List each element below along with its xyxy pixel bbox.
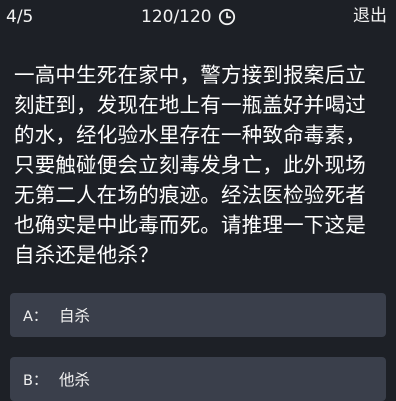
- top-bar: 4/5 120/120 退出: [0, 0, 396, 34]
- option-b-letter: B：: [23, 372, 48, 389]
- question-progress: 4/5: [6, 7, 34, 27]
- option-a-label: 自杀: [59, 307, 91, 325]
- option-a-button[interactable]: A： 自杀: [10, 293, 386, 337]
- exit-button[interactable]: 退出: [353, 6, 387, 26]
- clock-icon: [218, 8, 236, 26]
- option-b-button[interactable]: B： 他杀: [10, 357, 386, 401]
- option-a-letter: A：: [23, 308, 48, 325]
- countdown-timer: 120/120: [141, 7, 236, 27]
- option-b-label: 他杀: [59, 371, 91, 389]
- timer-value: 120/120: [141, 7, 212, 27]
- question-text: 一高中生死在家中，警方接到报案后立刻赶到，发现在地上有一瓶盖好并喝过的水，经化验…: [14, 63, 366, 267]
